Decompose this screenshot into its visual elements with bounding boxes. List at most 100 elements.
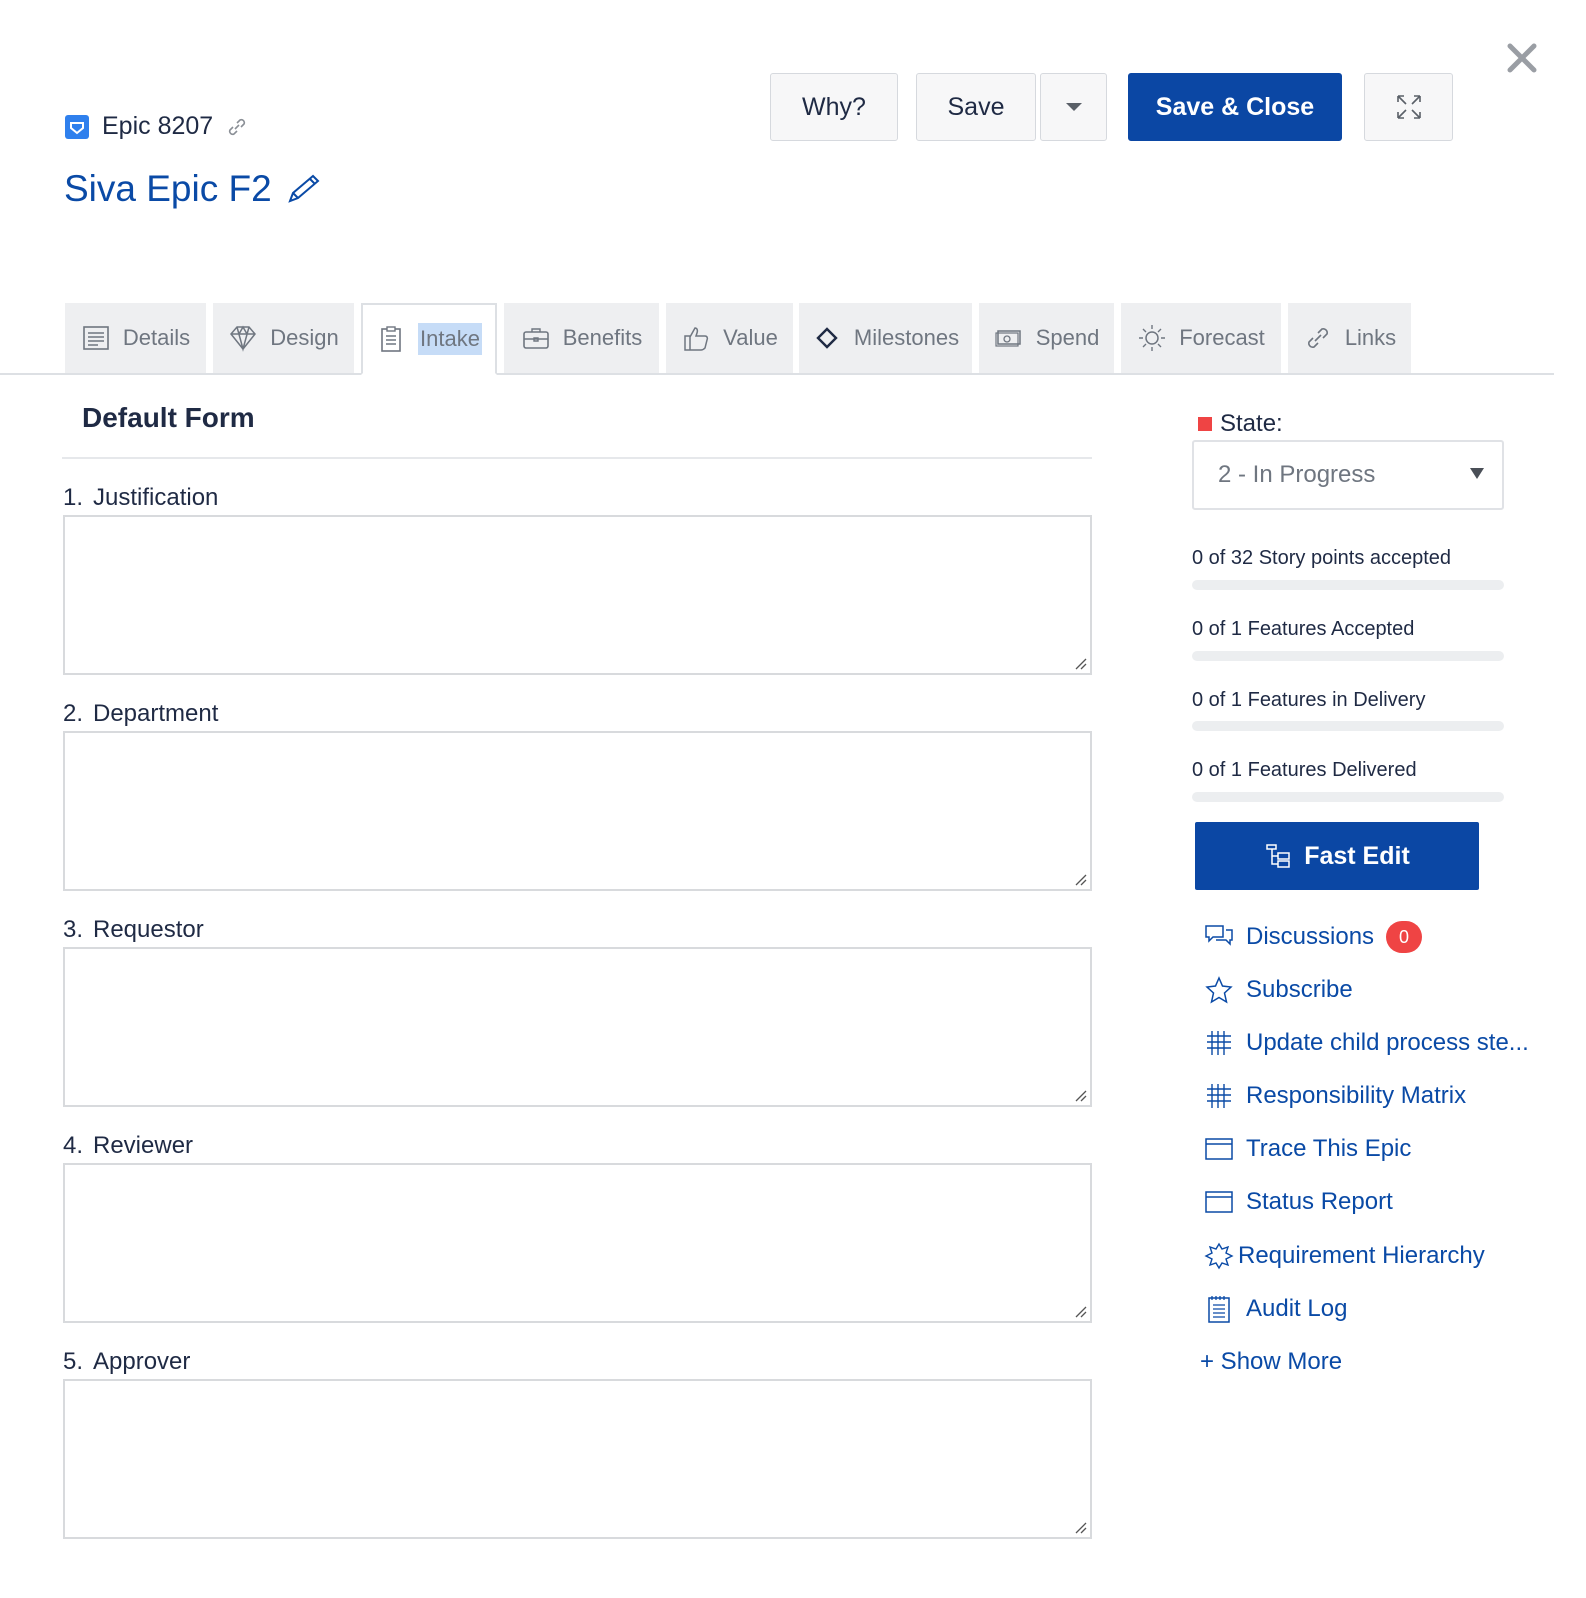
action-label: Update child process ste... — [1246, 1029, 1529, 1056]
tab-bar: Details Design Intake Benefits Value Mil… — [0, 303, 1554, 375]
tab-benefits[interactable]: Benefits — [504, 303, 659, 373]
status-report-link[interactable]: Status Report — [1204, 1187, 1393, 1217]
link-icon — [1307, 328, 1328, 348]
progress-bar — [1192, 792, 1504, 802]
fast-edit-button[interactable]: Fast Edit — [1195, 822, 1479, 890]
tab-label: Value — [723, 325, 778, 350]
progress-bar — [1192, 721, 1504, 731]
hierarchy-tree-icon — [1266, 844, 1290, 868]
tab-forecast[interactable]: Forecast — [1121, 303, 1281, 373]
grid-icon — [1207, 1084, 1231, 1108]
save-options-dropdown[interactable] — [1040, 73, 1107, 141]
tab-details[interactable]: Details — [65, 303, 206, 373]
progress-label: 0 of 1 Features Accepted — [1192, 618, 1415, 640]
save-close-button[interactable]: Save & Close — [1128, 73, 1342, 141]
field-label-approver: 5. Approver — [63, 1348, 191, 1375]
star-icon — [1205, 976, 1233, 1004]
tab-label: Forecast — [1179, 325, 1265, 350]
department-textarea[interactable] — [63, 731, 1092, 891]
tab-label: Links — [1344, 325, 1397, 350]
audit-log-link[interactable]: Audit Log — [1204, 1294, 1347, 1324]
tab-spend[interactable]: Spend — [979, 303, 1114, 373]
why-button[interactable]: Why? — [770, 73, 898, 141]
tab-label: Details — [122, 325, 191, 350]
action-label: Status Report — [1246, 1188, 1393, 1215]
window-icon — [1205, 1191, 1233, 1213]
requestor-textarea[interactable] — [63, 947, 1092, 1107]
action-label: Subscribe — [1246, 976, 1353, 1003]
window-icon — [1205, 1138, 1233, 1160]
sun-icon — [1139, 325, 1166, 351]
clipboard-icon — [381, 326, 401, 352]
progress-label: 0 of 32 Story points accepted — [1192, 547, 1452, 569]
tab-value[interactable]: Value — [666, 303, 793, 373]
field-label-department: 2. Department — [63, 700, 219, 727]
briefcase-icon — [522, 328, 549, 349]
state-color-indicator — [1198, 417, 1212, 431]
resize-handle-icon[interactable] — [1072, 655, 1088, 671]
title-text: Siva Epic F2 — [64, 168, 272, 209]
fast-edit-label: Fast Edit — [1304, 841, 1410, 870]
tab-label: Design — [270, 325, 339, 350]
discussions-icon — [1205, 925, 1233, 946]
justification-textarea[interactable] — [63, 515, 1092, 675]
tab-label: Spend — [1035, 325, 1100, 350]
epic-type-icon — [65, 114, 89, 139]
responsibility-matrix-link[interactable]: Responsibility Matrix — [1204, 1081, 1466, 1111]
field-label-justification: 1. Justification — [63, 484, 219, 511]
show-more-link[interactable]: + Show More — [1200, 1348, 1342, 1376]
field-label-reviewer: 4. Reviewer — [63, 1132, 194, 1159]
subscribe-link[interactable]: Subscribe — [1204, 975, 1353, 1005]
caret-down-icon — [1065, 103, 1082, 111]
progress-bar — [1192, 651, 1504, 661]
pencil-icon[interactable] — [286, 173, 322, 205]
resize-handle-icon[interactable] — [1072, 1303, 1088, 1319]
resize-handle-icon[interactable] — [1072, 871, 1088, 887]
save-button[interactable]: Save — [916, 73, 1036, 141]
state-select[interactable]: 2 - In Progress — [1192, 440, 1504, 510]
money-icon — [995, 330, 1021, 347]
discussions-link[interactable]: Discussions 0 — [1204, 921, 1423, 953]
action-label: Trace This Epic — [1246, 1135, 1412, 1162]
state-value: 2 - In Progress — [1218, 461, 1376, 488]
expand-button[interactable] — [1364, 73, 1453, 141]
progress-label: 0 of 1 Features in Delivery — [1192, 689, 1426, 711]
hierarchy-icon — [1204, 1242, 1234, 1270]
thumbs-up-icon — [684, 327, 709, 351]
close-icon[interactable] — [1502, 38, 1542, 78]
tab-label: Milestones — [853, 325, 960, 350]
notepad-icon — [1208, 1296, 1230, 1323]
action-label: Audit Log — [1246, 1295, 1348, 1322]
progress-bar — [1192, 580, 1504, 590]
tab-milestones[interactable]: Milestones — [799, 303, 972, 373]
diamond-gem-icon — [230, 325, 257, 352]
link-icon[interactable] — [225, 115, 249, 139]
discussion-count-badge: 0 — [1386, 921, 1423, 953]
tab-design[interactable]: Design — [213, 303, 354, 373]
action-label: Requirement Hierarchy — [1238, 1242, 1485, 1269]
resize-handle-icon[interactable] — [1072, 1087, 1088, 1103]
document-icon — [83, 326, 109, 350]
epic-identifier: Epic 8207 — [64, 112, 249, 141]
tab-label: Benefits — [562, 325, 643, 350]
tab-links[interactable]: Links — [1288, 303, 1411, 373]
expand-icon — [1396, 95, 1421, 119]
reviewer-textarea[interactable] — [63, 1163, 1092, 1323]
trace-epic-link[interactable]: Trace This Epic — [1204, 1134, 1411, 1164]
tab-label: Intake — [418, 323, 482, 355]
page-title: Siva Epic F2 — [64, 168, 322, 210]
form-divider — [62, 457, 1092, 459]
epic-id-label: Epic 8207 — [102, 112, 214, 140]
action-label: Discussions — [1246, 923, 1375, 950]
update-child-process-link[interactable]: Update child process ste... — [1204, 1028, 1529, 1058]
state-label: State: — [1198, 410, 1283, 438]
resize-handle-icon[interactable] — [1072, 1519, 1088, 1535]
milestone-diamond-icon — [816, 327, 838, 349]
form-title: Default Form — [82, 402, 255, 433]
approver-textarea[interactable] — [63, 1379, 1092, 1539]
requirement-hierarchy-link[interactable]: Requirement Hierarchy — [1204, 1241, 1485, 1271]
tab-intake[interactable]: Intake — [361, 303, 497, 375]
field-label-requestor: 3. Requestor — [63, 916, 204, 943]
grid-icon — [1207, 1031, 1231, 1055]
action-label: Responsibility Matrix — [1246, 1082, 1467, 1109]
